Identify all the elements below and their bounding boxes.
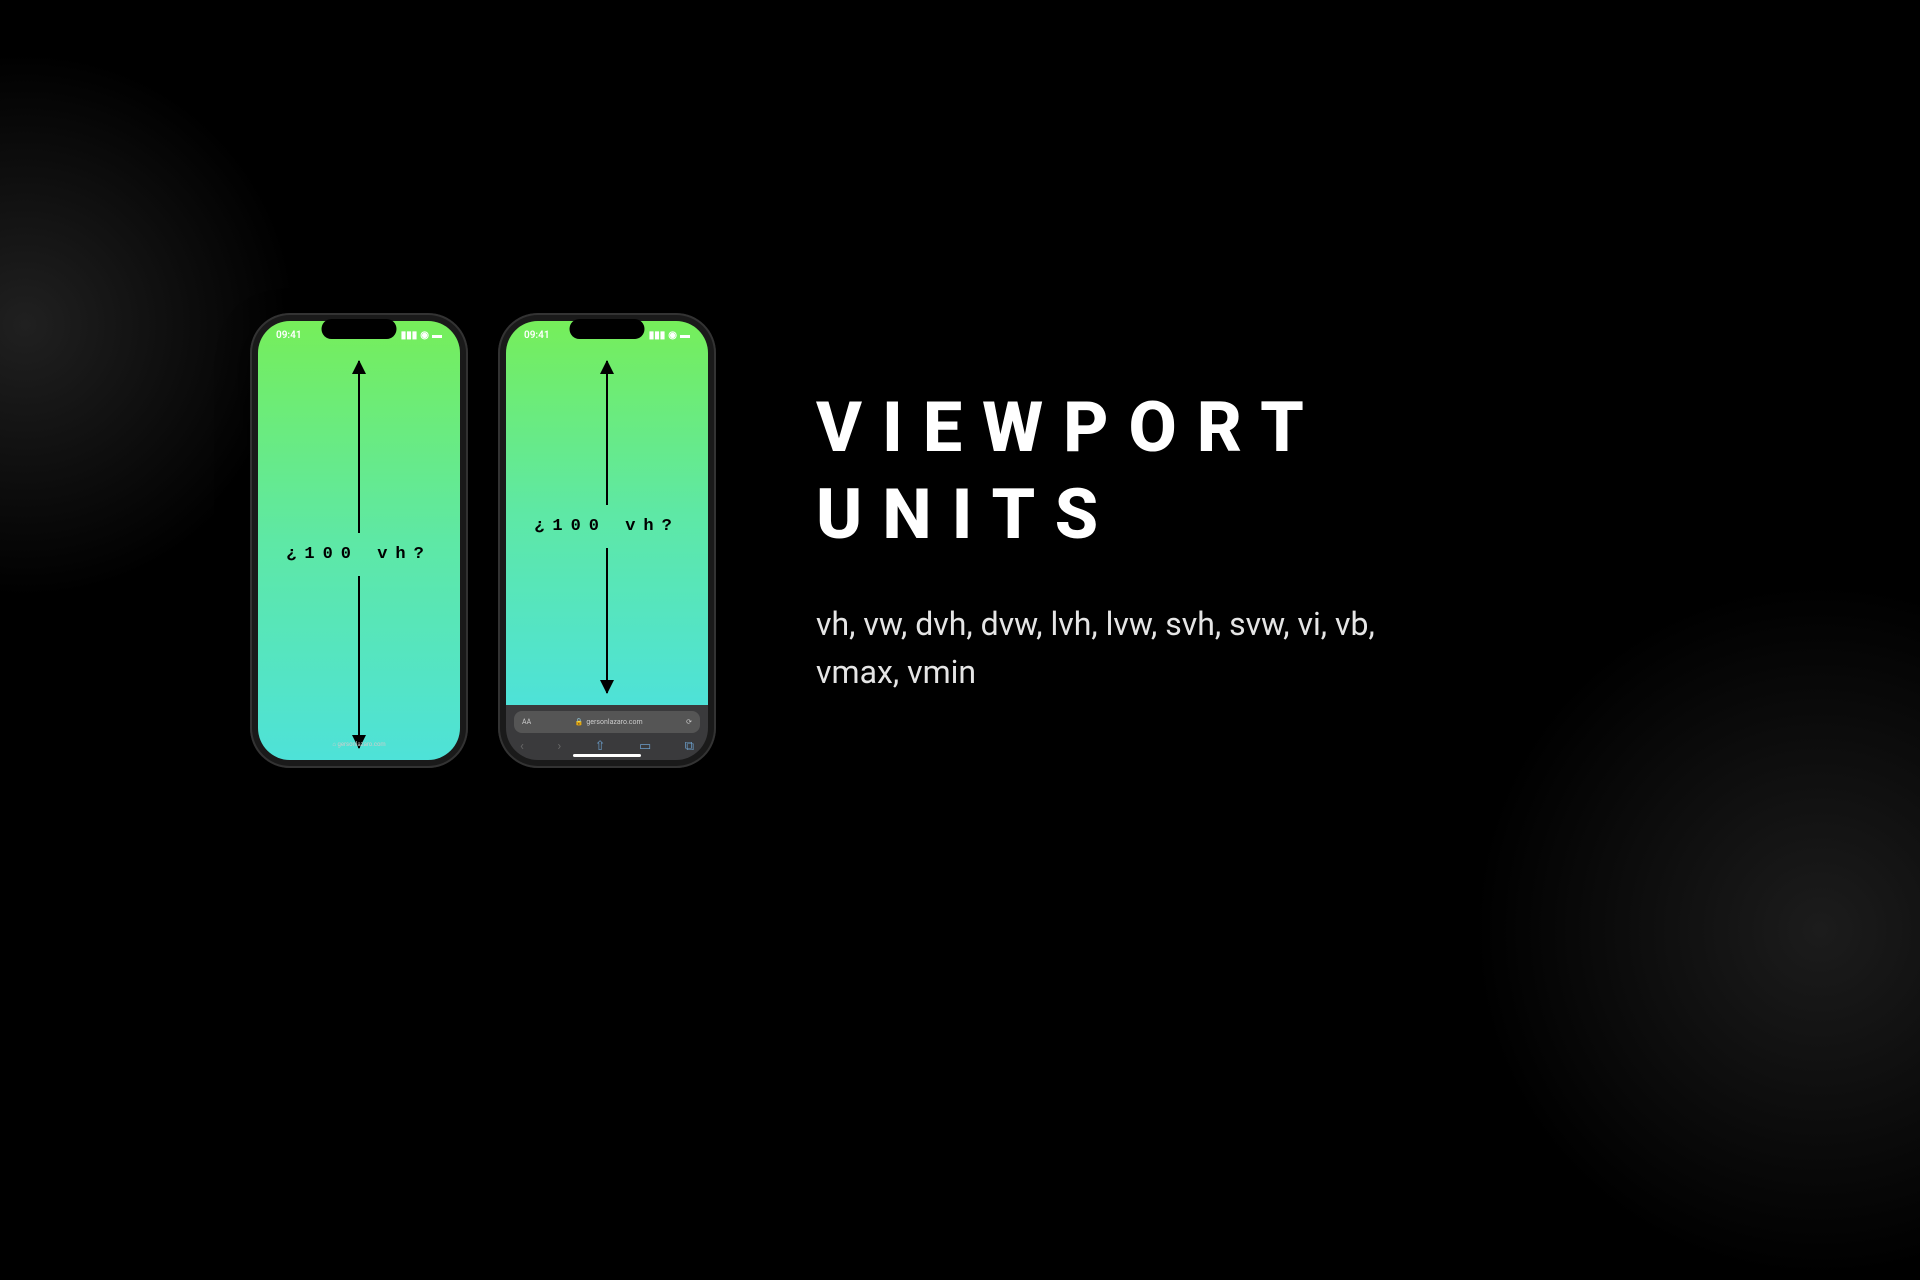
phone-mockup-small-viewport: 09:41 ▮▮▮ ◉ ▬ ¿100 vh? AA (498, 313, 716, 768)
wifi-icon: ◉ (668, 330, 677, 341)
title-line-2: UNITS (816, 474, 1118, 556)
arrow-down-icon (358, 576, 360, 748)
bookmarks-icon[interactable]: ▭ (639, 739, 651, 754)
viewport-demo-area: ¿100 vh? ⌂ gersonlazaro.com (258, 321, 460, 760)
slide-title: VIEWPORT UNITS (816, 385, 1416, 560)
safari-toolbar: AA 🔒 gersonlazaro.com ⟳ ‹ › ⇧ ▭ ⧉ (506, 705, 708, 760)
url-text: gersonlazaro.com (586, 718, 642, 726)
url-display: 🔒 gersonlazaro.com (575, 718, 643, 726)
phone-mockup-large-viewport: 09:41 ▮▮▮ ◉ ▬ ¿100 vh? ⌂ gersonlazaro.co… (250, 313, 468, 768)
lock-icon: 🔒 (575, 718, 584, 726)
slide-subtitle: vh, vw, dvh, dvw, lvh, lvw, svh, svw, vi… (816, 600, 1416, 696)
refresh-icon[interactable]: ⟳ (686, 718, 692, 726)
slide-content: 09:41 ▮▮▮ ◉ ▬ ¿100 vh? ⌂ gersonlazaro.co… (230, 313, 1690, 768)
status-icons: ▮▮▮ ◉ ▬ (649, 330, 690, 341)
phone-screen: 09:41 ▮▮▮ ◉ ▬ ¿100 vh? ⌂ gersonlazaro.co… (258, 321, 460, 760)
tabs-icon[interactable]: ⧉ (685, 739, 694, 754)
phone-notch (570, 319, 645, 339)
wifi-icon: ◉ (420, 330, 429, 341)
arrow-down-icon (606, 548, 608, 693)
title-line-1: VIEWPORT (816, 387, 1324, 469)
home-indicator (573, 754, 641, 757)
phone-notch (322, 319, 397, 339)
phone-screen: 09:41 ▮▮▮ ◉ ▬ ¿100 vh? AA (506, 321, 708, 760)
status-time: 09:41 (524, 330, 550, 341)
viewport-demo-area: ¿100 vh? (506, 321, 708, 705)
share-icon[interactable]: ⇧ (595, 739, 606, 754)
arrow-up-icon (606, 361, 608, 506)
text-content: VIEWPORT UNITS vh, vw, dvh, dvw, lvh, lv… (816, 385, 1416, 696)
address-bar[interactable]: AA 🔒 gersonlazaro.com ⟳ (514, 711, 700, 733)
signal-icon: ▮▮▮ (401, 330, 418, 341)
battery-icon: ▬ (432, 330, 442, 341)
status-time: 09:41 (276, 330, 302, 341)
signal-icon: ▮▮▮ (649, 330, 666, 341)
battery-icon: ▬ (680, 330, 690, 341)
phone-mockups: 09:41 ▮▮▮ ◉ ▬ ¿100 vh? ⌂ gersonlazaro.co… (230, 313, 716, 768)
back-button[interactable]: ‹ (520, 739, 524, 754)
collapsed-address-bar: ⌂ gersonlazaro.com (258, 741, 460, 748)
arrow-up-icon (358, 361, 360, 533)
reader-mode-button[interactable]: AA (522, 718, 531, 726)
status-icons: ▮▮▮ ◉ ▬ (401, 330, 442, 341)
vh-label: ¿100 vh? (286, 533, 432, 576)
vh-label: ¿100 vh? (534, 505, 680, 548)
forward-button[interactable]: › (557, 739, 561, 754)
